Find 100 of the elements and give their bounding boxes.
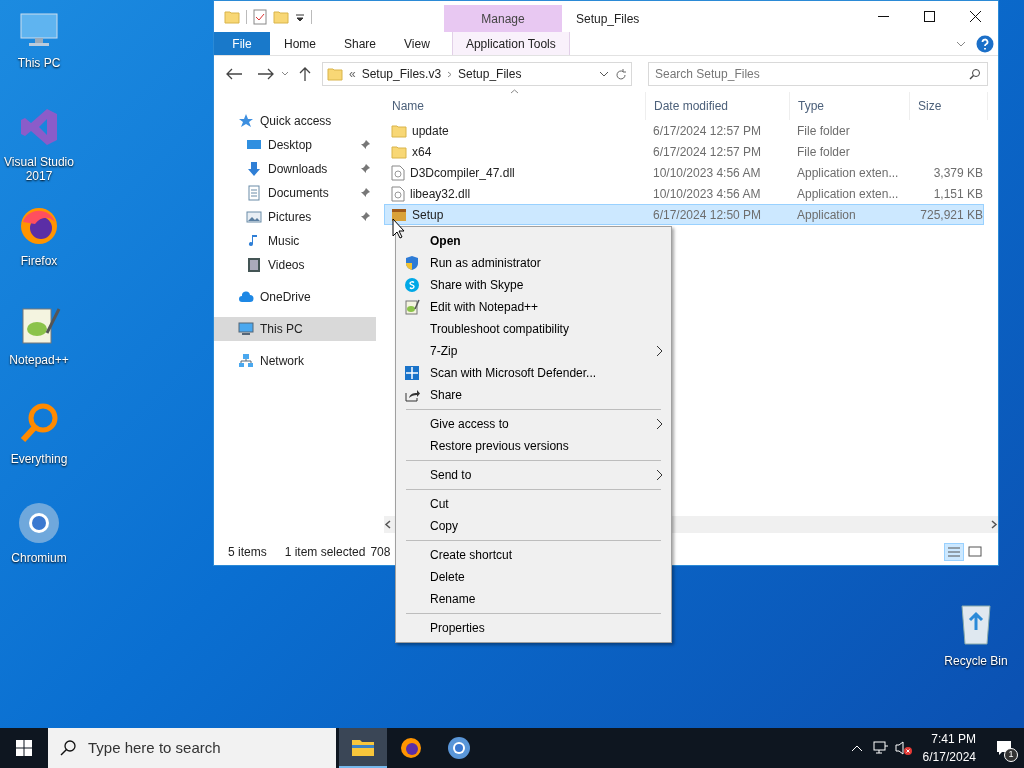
address-bar[interactable]: « Setup_Files.v3 Setup_Files [322, 62, 632, 86]
down-arrow-icon [246, 161, 262, 177]
skype-icon [404, 277, 420, 293]
menu-item[interactable]: Troubleshoot compatibility [396, 318, 671, 340]
menu-item[interactable]: Run as administrator [396, 252, 671, 274]
pin-icon [360, 164, 370, 174]
checklist-icon[interactable] [253, 8, 267, 25]
back-arrow-icon[interactable] [224, 67, 244, 81]
menu-item[interactable]: Share [396, 384, 671, 406]
help-icon[interactable] [976, 34, 994, 53]
desktop-icon-label[interactable]: This PC [17, 56, 61, 70]
network-icon [238, 353, 254, 369]
muted-speaker-icon[interactable] [894, 740, 913, 756]
file-row[interactable]: Setup 6/17/2024 12:50 PM Application 725,921 KB [384, 204, 984, 225]
desktop-icon-label[interactable]: Recycle Bin [944, 652, 1008, 670]
file-row[interactable]: x64 6/17/2024 12:57 PM File folder [384, 141, 984, 162]
pin-icon [360, 212, 370, 222]
menu-item[interactable]: Share with Skype [396, 274, 671, 296]
chevron-up-icon[interactable] [850, 744, 863, 752]
nav-item[interactable]: Quick access [214, 109, 376, 133]
menu-item[interactable]: Edit with Notepad++ [396, 296, 671, 318]
column-header[interactable]: Date modified [646, 92, 790, 120]
menu-item[interactable]: Give access to [396, 413, 671, 435]
forward-arrow-icon[interactable] [256, 67, 276, 81]
file-row[interactable]: D3Dcompiler_47.dll 10/10/2023 4:56 AM Application exten... 3,379 KB [384, 162, 984, 183]
nav-item[interactable]: Pictures [214, 205, 376, 229]
star-icon [238, 113, 254, 129]
clock-time[interactable]: 7:41 PM [931, 730, 976, 748]
desktop-icon-label[interactable]: Notepad++ [9, 353, 69, 367]
taskbar-search-field[interactable]: Type here to search [48, 728, 336, 768]
search-icon[interactable] [969, 68, 981, 80]
date-cell-text: 10/10/2023 4:56 AM [652, 185, 762, 203]
nav-item[interactable]: This PC [214, 317, 376, 341]
menu-item[interactable]: Scan with Microsoft Defender... [396, 362, 671, 384]
search-input[interactable]: Search Setup_Files [655, 65, 969, 83]
desktop-icon-label[interactable]: Firefox [20, 254, 58, 268]
ribbon-tab[interactable]: Home [270, 32, 330, 55]
chevron-down-icon[interactable] [280, 71, 290, 77]
context-tab-header[interactable]: Manage [444, 5, 562, 32]
chevron-down-icon[interactable] [956, 40, 966, 47]
column-header[interactable]: Type [790, 92, 910, 120]
nav-item[interactable]: Videos [214, 253, 376, 277]
chevron-down-icon[interactable] [599, 71, 609, 77]
menu-item[interactable]: 7-Zip [396, 340, 671, 362]
monitor-icon [238, 321, 254, 337]
breadcrumb-overflow[interactable]: « [349, 65, 356, 83]
up-arrow-icon[interactable] [298, 66, 312, 82]
type-cell-text: File folder [796, 143, 851, 161]
minimize-icon [877, 16, 889, 17]
desktop-icon-label[interactable]: Chromium [11, 551, 67, 565]
search-field[interactable]: Search Setup_Files [648, 62, 988, 86]
desktop-icon-label[interactable]: Everything [10, 452, 68, 466]
menu-item[interactable]: Restore previous versions [396, 435, 671, 457]
menu-item[interactable]: Cut [396, 493, 671, 515]
network-icon[interactable] [872, 741, 889, 755]
dropdown-icon[interactable] [295, 11, 305, 22]
column-header[interactable]: Name [384, 92, 646, 120]
nav-item[interactable]: Music [214, 229, 376, 253]
window-grid-icon [404, 365, 420, 381]
scroll-left-icon[interactable] [384, 520, 392, 529]
taskbar-search-input[interactable]: Type here to search [88, 736, 324, 760]
ribbon-tab[interactable]: Share [330, 32, 391, 55]
taskbar-app-button[interactable] [339, 728, 387, 768]
ribbon-tab[interactable]: Application Tools [451, 32, 570, 55]
folder-icon [351, 737, 375, 757]
shield-icon [404, 255, 420, 271]
breadcrumb[interactable]: Setup_Files.v3 [361, 65, 442, 83]
menu-item[interactable]: Properties [396, 617, 671, 639]
notepad-icon [404, 299, 420, 315]
nav-item[interactable]: OneDrive [214, 285, 376, 309]
date-cell-text: 10/10/2023 4:56 AM [652, 164, 762, 182]
chevron-right-icon[interactable] [447, 70, 453, 78]
desktop-icon-label[interactable]: Visual Studio 2017 [0, 155, 78, 183]
scroll-right-icon[interactable] [990, 520, 998, 529]
column-header[interactable]: Size [910, 92, 988, 120]
fox-globe-icon [399, 736, 423, 760]
refresh-icon[interactable] [615, 67, 627, 81]
file-name: update [412, 122, 449, 140]
date-cell-text: 6/17/2024 12:57 PM [652, 143, 763, 161]
nav-item[interactable]: Desktop [214, 133, 376, 157]
nav-item[interactable]: Network [214, 349, 376, 373]
file-row[interactable]: update 6/17/2024 12:57 PM File folder [384, 120, 984, 141]
nav-item[interactable]: Documents [214, 181, 376, 205]
menu-item[interactable]: Rename [396, 588, 671, 610]
nav-item[interactable]: Downloads [214, 157, 376, 181]
file-row[interactable]: libeay32.dll 10/10/2023 4:56 AM Application exten... 1,151 KB [384, 183, 984, 204]
clock-date[interactable]: 6/17/2024 [922, 748, 976, 766]
windows-logo-icon [16, 740, 32, 756]
date-cell-text: 6/17/2024 12:50 PM [652, 206, 763, 224]
ribbon-tab[interactable]: File [214, 32, 270, 55]
menu-item[interactable]: Copy [396, 515, 671, 537]
status-text: 5 items [228, 544, 267, 561]
menu-item[interactable]: Delete [396, 566, 671, 588]
menu-item[interactable]: Create shortcut [396, 544, 671, 566]
file-name: D3Dcompiler_47.dll [410, 164, 515, 182]
ribbon-tab[interactable]: View [390, 32, 444, 55]
breadcrumb[interactable]: Setup_Files [458, 65, 522, 83]
menu-item[interactable]: Send to [396, 464, 671, 486]
menu-item[interactable]: Open [396, 230, 671, 252]
size-cell-text: 1,151 KB [933, 185, 983, 203]
